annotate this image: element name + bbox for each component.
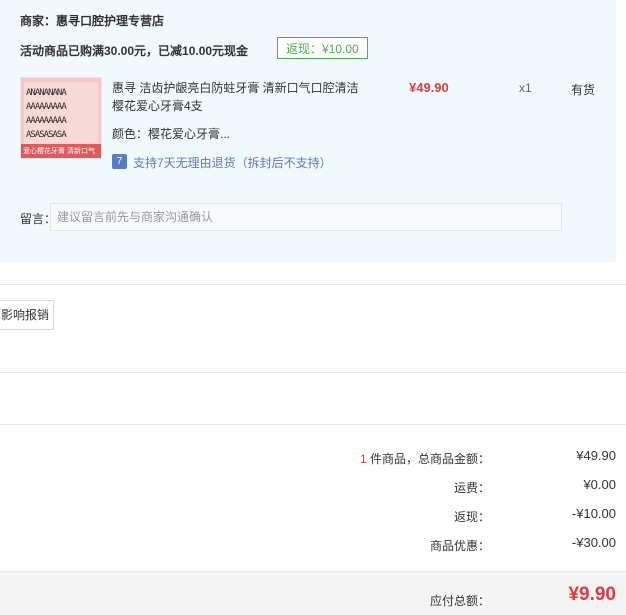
product-image-row: AAAAAAAAA	[26, 102, 67, 112]
rebate-badge: 返现：¥10.00	[277, 37, 368, 59]
discount-value: -¥30.00	[571, 535, 616, 550]
product-price: ¥49.90	[409, 80, 449, 95]
product-title[interactable]: 惠寻 洁齿护龈亮白防蛀牙膏 清新口气口腔清洁 樱花爱心牙膏4支	[112, 79, 362, 115]
item-count: 1	[359, 452, 367, 466]
shipping-value: ¥0.00	[583, 477, 616, 492]
total-bar	[0, 571, 626, 615]
product-variant: 颜色：樱花爱心牙膏...	[112, 127, 231, 141]
product-image-row: ANANANANA	[26, 88, 67, 98]
section-divider	[0, 284, 626, 285]
product-image[interactable]: ANANANANA AAAAAAAAA AAAAAAAAA ASASASASA …	[20, 77, 102, 159]
subtotal-value: ¥49.90	[576, 448, 616, 463]
return-policy-link[interactable]: 支持7天无理由退货（拆封后不支持）	[133, 154, 332, 171]
shipping-label: 运费：	[453, 481, 490, 495]
product-image-row: AAAAAAAAA	[26, 116, 67, 126]
invoice-button[interactable]: 影响报销	[0, 300, 54, 330]
rebate-value: -¥10.00	[571, 506, 616, 521]
total-label: 应付总额：	[429, 594, 490, 608]
rebate-label: 返现：	[453, 510, 490, 524]
product-image-tag: 爱心樱花牙膏 清新口气	[23, 148, 95, 155]
note-input[interactable]	[50, 203, 562, 231]
product-image-row: ASASASASA	[26, 130, 67, 140]
product-quantity: x1	[519, 81, 532, 95]
section-divider	[0, 372, 626, 373]
section-divider	[0, 424, 626, 425]
seven-day-return-icon: 7	[112, 154, 127, 169]
item-count-suffix: 件商品，总商品金额：	[366, 452, 490, 466]
item-count-label: 1 件商品，总商品金额：	[360, 450, 490, 467]
stock-status: 有货	[571, 83, 596, 97]
promotion-text: 活动商品已购满30.00元，已减10.00元现金	[20, 44, 249, 58]
discount-label: 商品优惠：	[429, 539, 490, 553]
total-value: ¥9.90	[568, 584, 616, 605]
seller-name[interactable]: 商家：惠寻口腔护理专营店	[20, 12, 164, 29]
